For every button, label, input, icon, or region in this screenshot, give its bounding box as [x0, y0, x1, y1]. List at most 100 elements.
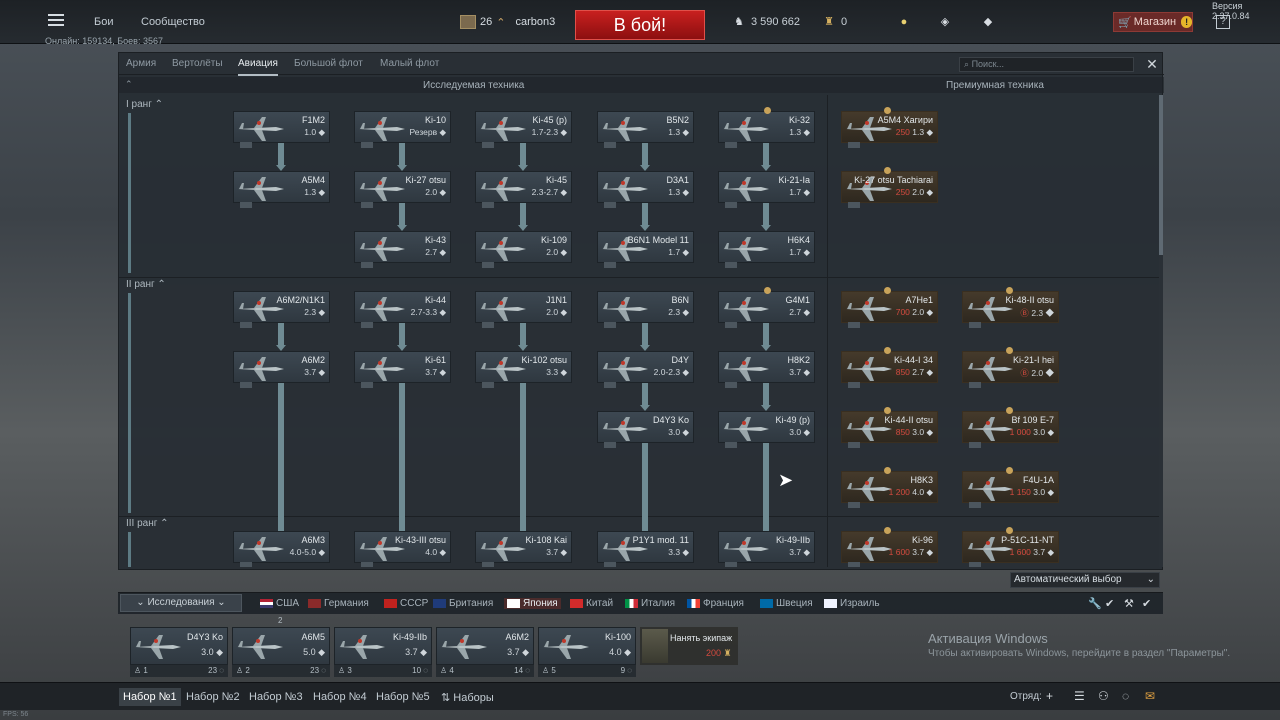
player-info[interactable]: 26 ⌃ carbon3 [460, 14, 555, 30]
vehicle-card[interactable]: Ki-43 2.7 ◆ [354, 231, 451, 268]
battle-button[interactable]: В бой! [575, 10, 705, 40]
nation-tab[interactable]: Франция [687, 598, 744, 609]
vehicle-card[interactable]: A6M3 4.0-5.0 ◆ [233, 531, 330, 567]
silver-lions[interactable]: ♞ 3 590 662 [732, 16, 800, 28]
vehicle-card[interactable]: B6N 2.3 ◆ [597, 291, 694, 328]
premium-vehicle-card[interactable]: A5M4 Хагири 250 1.3 ◆ [841, 111, 938, 148]
vehicle-card[interactable]: Ki-10 Резерв ◆ [354, 111, 451, 148]
vehicle-card[interactable]: Ki-45 2.3-2.7 ◆ [475, 171, 572, 208]
vehicle-card[interactable]: A5M4 1.3 ◆ [233, 171, 330, 208]
hire-crew-button[interactable]: Нанять экипаж 200 ♜ [640, 627, 738, 665]
crew-slot[interactable]: 2 A6M5 5.0 ◆ ♙ 2 23 ◌ [232, 615, 330, 677]
vehicle-card[interactable]: Ki-61 3.7 ◆ [354, 351, 451, 388]
mail-icon[interactable]: ✉ [1145, 689, 1155, 703]
premium-vehicle-card[interactable]: Ki-44-II otsu 850 3.0 ◆ [841, 411, 938, 448]
vehicle-card[interactable]: Ki-109 2.0 ◆ [475, 231, 572, 268]
shop-button[interactable]: 🛒 Магазин ! [1113, 12, 1193, 32]
vehicle-card[interactable]: D3A1 1.3 ◆ [597, 171, 694, 208]
collapse-icon[interactable]: ⌃ [125, 79, 133, 90]
crew-vehicle-card[interactable]: A6M2 3.7 ◆ [436, 627, 534, 665]
scrollbar[interactable] [1159, 95, 1163, 567]
vehicle-card[interactable]: Ki-49-IIb 3.7 ◆ [718, 531, 815, 567]
scrollbar-thumb[interactable] [1159, 95, 1163, 255]
tab-aviation[interactable]: Авиация [238, 58, 278, 76]
nation-tab[interactable]: Британия [433, 598, 493, 609]
vehicle-card[interactable]: J1N1 2.0 ◆ [475, 291, 572, 328]
nation-tab[interactable]: Япония [504, 598, 561, 609]
crew-vehicle-card[interactable]: A6M5 5.0 ◆ [232, 627, 330, 665]
premium-vehicle-card[interactable]: Ki-44-I 34 850 2.7 ◆ [841, 351, 938, 388]
golden-eagles[interactable]: ♜ 0 [822, 16, 847, 28]
premium-vehicle-card[interactable]: Bf 109 E-7 1 000 3.0 ◆ [962, 411, 1059, 448]
search-input[interactable]: ⌕ Поиск... [959, 57, 1134, 72]
vehicle-card[interactable]: B5N2 1.3 ◆ [597, 111, 694, 148]
check-all-icon[interactable]: ✔ [1142, 597, 1151, 610]
nav-battles[interactable]: Бои [94, 16, 113, 28]
vehicle-card[interactable]: Ki-21-Ia 1.7 ◆ [718, 171, 815, 208]
research-toggle-button[interactable]: ⌄ Исследования ⌄ [120, 594, 242, 612]
vehicle-card[interactable]: Ki-27 otsu 2.0 ◆ [354, 171, 451, 208]
premium-vehicle-card[interactable]: A7He1 700 2.0 ◆ [841, 291, 938, 328]
nation-tab[interactable]: Италия [625, 598, 675, 609]
premium-vehicle-card[interactable]: H8K3 1 200 4.0 ◆ [841, 471, 938, 508]
vehicle-card[interactable]: G4M1 2.7 ◆ [718, 291, 815, 328]
premium-vehicle-card[interactable]: Ki-96 1 600 3.7 ◆ [841, 531, 938, 567]
lightbulb-icon[interactable]: ● [897, 16, 911, 28]
nation-tab[interactable]: Китай [570, 598, 613, 609]
nation-tab[interactable]: СССР [384, 598, 428, 609]
vehicle-card[interactable]: Ki-49 (p) 3.0 ◆ [718, 411, 815, 448]
tab-coastal-fleet[interactable]: Малый флот [380, 58, 439, 69]
wrench-icon[interactable]: 🔧 [1088, 597, 1102, 610]
vehicle-card[interactable]: F1M2 1.0 ◆ [233, 111, 330, 148]
tab-helicopters[interactable]: Вертолёты [172, 58, 223, 69]
preset-3[interactable]: Набор №3 [249, 691, 303, 703]
friends-icon[interactable]: ⚇ [1098, 689, 1109, 703]
rank-1-label[interactable]: I ранг ⌃ [126, 99, 163, 110]
nation-tab[interactable]: Израиль [824, 598, 880, 609]
vehicle-card[interactable]: Ki-43-III otsu 4.0 ◆ [354, 531, 451, 567]
vehicle-card[interactable]: P1Y1 mod. 11 3.3 ◆ [597, 531, 694, 567]
premium-vehicle-card[interactable]: Ki-27 otsu Tachiarai 250 2.0 ◆ [841, 171, 938, 208]
vehicle-card[interactable]: Ki-45 (p) 1.7-2.3 ◆ [475, 111, 572, 148]
premium-vehicle-card[interactable]: Ki-21-I hei Ⓑ 2.0 ◆ [962, 351, 1059, 388]
diamond-icon[interactable]: ◈ [938, 16, 952, 28]
vehicle-card[interactable]: B6N1 Model 11 1.7 ◆ [597, 231, 694, 268]
vehicle-card[interactable]: A6M2/N1K1 2.3 ◆ [233, 291, 330, 328]
nation-tab[interactable]: Германия [308, 598, 369, 609]
crew-vehicle-card[interactable]: Ki-100 4.0 ◆ [538, 627, 636, 665]
crew-slot[interactable]: Ki-49-IIb 3.7 ◆ ♙ 3 10 ◌ [334, 615, 432, 677]
crew-vehicle-card[interactable]: Ki-49-IIb 3.7 ◆ [334, 627, 432, 665]
crew-vehicle-card[interactable]: D4Y3 Ko 3.0 ◆ [130, 627, 228, 665]
vehicle-card[interactable]: Ki-102 otsu 3.3 ◆ [475, 351, 572, 388]
presets-menu[interactable]: ⇅ Наборы [441, 691, 494, 704]
vehicle-card[interactable]: D4Y3 Ko 3.0 ◆ [597, 411, 694, 448]
coupon-icon[interactable]: ◆ [981, 16, 995, 28]
add-squad-icon[interactable]: + [1046, 689, 1053, 703]
premium-vehicle-card[interactable]: P-51C-11-NT 1 600 3.7 ◆ [962, 531, 1059, 567]
rank-3-label[interactable]: III ранг ⌃ [126, 518, 169, 529]
repair-all-icon[interactable]: ⚒ [1124, 597, 1134, 610]
rank-2-label[interactable]: II ранг ⌃ [126, 279, 166, 290]
crew-slot[interactable]: Ki-100 4.0 ◆ ♙ 5 9 ◌ [538, 615, 636, 677]
preset-1[interactable]: Набор №1 [119, 688, 181, 706]
auto-select-dropdown[interactable]: Автоматический выбор ⌄ [1010, 572, 1160, 588]
nav-community[interactable]: Сообщество [141, 16, 205, 28]
vehicle-card[interactable]: Ki-44 2.7-3.3 ◆ [354, 291, 451, 328]
close-button[interactable]: ✕ [1143, 55, 1161, 73]
preset-4[interactable]: Набор №4 [313, 691, 367, 703]
vehicle-card[interactable]: D4Y 2.0-2.3 ◆ [597, 351, 694, 388]
crew-slot[interactable]: D4Y3 Ko 3.0 ◆ ♙ 1 23 ◌ [130, 615, 228, 677]
menu-icon[interactable] [48, 14, 64, 26]
list-icon[interactable]: ☰ [1074, 689, 1085, 703]
vehicle-card[interactable]: H8K2 3.7 ◆ [718, 351, 815, 388]
nation-tab[interactable]: Швеция [760, 598, 813, 609]
preset-2[interactable]: Набор №2 [186, 691, 240, 703]
vehicle-card[interactable]: A6M2 3.7 ◆ [233, 351, 330, 388]
preset-5[interactable]: Набор №5 [376, 691, 430, 703]
tab-army[interactable]: Армия [126, 58, 156, 69]
premium-vehicle-card[interactable]: F4U-1A 1 150 3.0 ◆ [962, 471, 1059, 508]
chat-icon[interactable]: ◌ [1122, 689, 1129, 703]
check-icon[interactable]: ✔ [1105, 597, 1114, 610]
crew-slot[interactable]: A6M2 3.7 ◆ ♙ 4 14 ◌ [436, 615, 534, 677]
vehicle-card[interactable]: Ki-108 Kai 3.7 ◆ [475, 531, 572, 567]
